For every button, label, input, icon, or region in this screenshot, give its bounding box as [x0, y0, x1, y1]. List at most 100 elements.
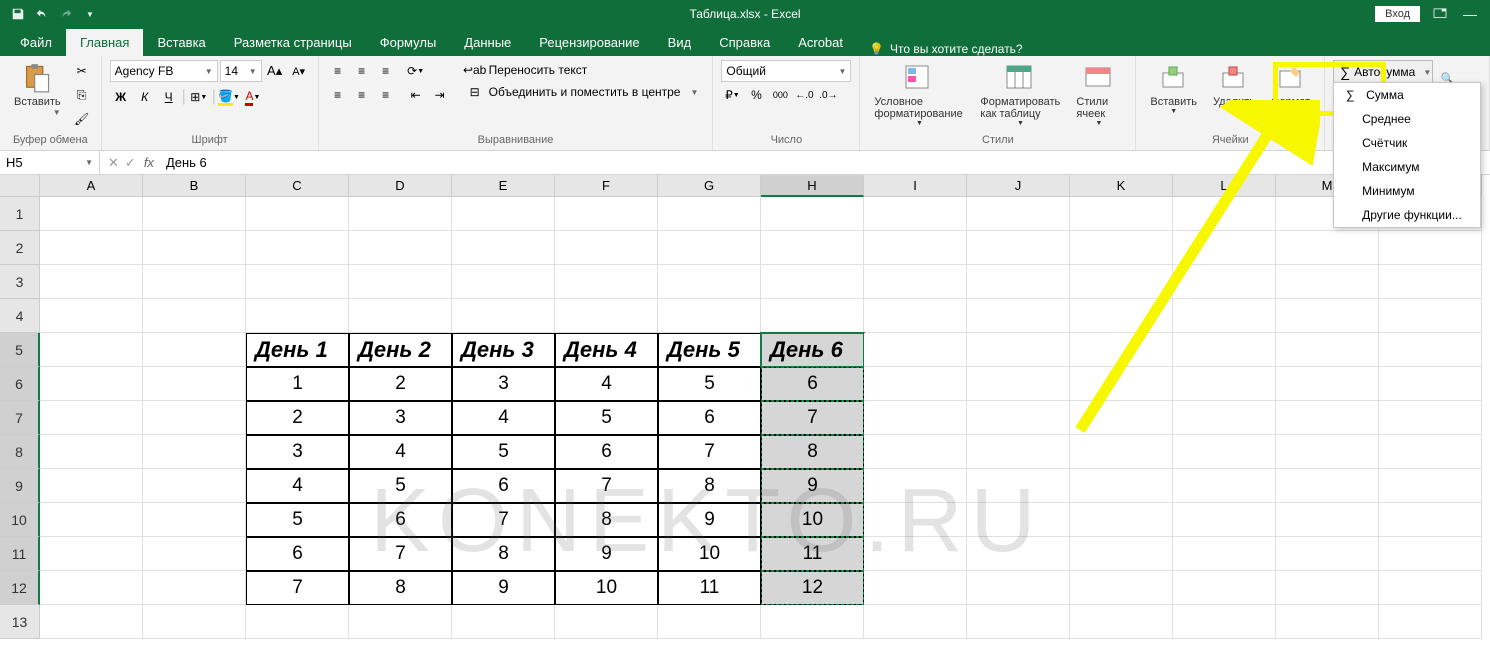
increase-font-icon[interactable]: A▴: [264, 60, 286, 82]
cell-D9[interactable]: 5: [349, 469, 452, 503]
cell-K7[interactable]: [1070, 401, 1173, 435]
save-icon[interactable]: [8, 4, 28, 24]
cell-I11[interactable]: [864, 537, 967, 571]
cell-K4[interactable]: [1070, 299, 1173, 333]
tab-layout[interactable]: Разметка страницы: [220, 29, 366, 56]
cell-C7[interactable]: 2: [246, 401, 349, 435]
cell-G6[interactable]: 5: [658, 367, 761, 401]
cell-B9[interactable]: [143, 469, 246, 503]
column-header-K[interactable]: K: [1070, 175, 1173, 197]
cell-K2[interactable]: [1070, 231, 1173, 265]
cell-B8[interactable]: [143, 435, 246, 469]
cell-H3[interactable]: [761, 265, 864, 299]
cell-G13[interactable]: [658, 605, 761, 639]
accept-formula-icon[interactable]: ✓: [125, 155, 136, 171]
cell-H13[interactable]: [761, 605, 864, 639]
cell-F3[interactable]: [555, 265, 658, 299]
cell-L13[interactable]: [1173, 605, 1276, 639]
cell-K9[interactable]: [1070, 469, 1173, 503]
select-all-corner[interactable]: [0, 175, 40, 197]
cell-K11[interactable]: [1070, 537, 1173, 571]
cell-I12[interactable]: [864, 571, 967, 605]
cell-A8[interactable]: [40, 435, 143, 469]
cell-F13[interactable]: [555, 605, 658, 639]
cell-M7[interactable]: [1276, 401, 1379, 435]
cell-D5[interactable]: День 2: [349, 333, 452, 367]
tab-help[interactable]: Справка: [705, 29, 784, 56]
cell-J9[interactable]: [967, 469, 1070, 503]
cell-J13[interactable]: [967, 605, 1070, 639]
cell-D7[interactable]: 3: [349, 401, 452, 435]
column-header-I[interactable]: I: [864, 175, 967, 197]
cell-E3[interactable]: [452, 265, 555, 299]
column-header-A[interactable]: A: [40, 175, 143, 197]
cell-F9[interactable]: 7: [555, 469, 658, 503]
cell-I13[interactable]: [864, 605, 967, 639]
cell-C8[interactable]: 3: [246, 435, 349, 469]
decrease-indent-icon[interactable]: ⇤: [405, 84, 427, 106]
login-button[interactable]: Вход: [1375, 6, 1420, 22]
cell-N4[interactable]: [1379, 299, 1482, 333]
cell-L3[interactable]: [1173, 265, 1276, 299]
cell-K10[interactable]: [1070, 503, 1173, 537]
cell-F8[interactable]: 6: [555, 435, 658, 469]
cell-L7[interactable]: [1173, 401, 1276, 435]
font-size-combo[interactable]: 14▼: [220, 60, 262, 82]
format-painter-icon[interactable]: 🖌: [71, 108, 93, 130]
cell-K3[interactable]: [1070, 265, 1173, 299]
cell-D11[interactable]: 7: [349, 537, 452, 571]
cell-K6[interactable]: [1070, 367, 1173, 401]
row-header-6[interactable]: 6: [0, 367, 40, 401]
cell-I10[interactable]: [864, 503, 967, 537]
cell-E8[interactable]: 5: [452, 435, 555, 469]
redo-icon[interactable]: [56, 4, 76, 24]
cell-J10[interactable]: [967, 503, 1070, 537]
row-header-13[interactable]: 13: [0, 605, 40, 639]
cell-C11[interactable]: 6: [246, 537, 349, 571]
cell-J11[interactable]: [967, 537, 1070, 571]
cell-L5[interactable]: [1173, 333, 1276, 367]
row-header-8[interactable]: 8: [0, 435, 40, 469]
cell-N5[interactable]: [1379, 333, 1482, 367]
sum-menu-item[interactable]: ∑Сумма: [1334, 83, 1480, 107]
cell-H8[interactable]: 8: [761, 435, 864, 469]
more-functions-menu-item[interactable]: Другие функции...: [1334, 203, 1480, 227]
cell-C12[interactable]: 7: [246, 571, 349, 605]
cell-I5[interactable]: [864, 333, 967, 367]
cell-H6[interactable]: 6: [761, 367, 864, 401]
cell-H1[interactable]: [761, 197, 864, 231]
cell-I2[interactable]: [864, 231, 967, 265]
wrap-text-button[interactable]: ↩abПереносить текст: [461, 60, 705, 80]
cell-I8[interactable]: [864, 435, 967, 469]
name-box[interactable]: H5▼: [0, 151, 100, 174]
column-header-L[interactable]: L: [1173, 175, 1276, 197]
cell-J6[interactable]: [967, 367, 1070, 401]
cell-N10[interactable]: [1379, 503, 1482, 537]
row-header-9[interactable]: 9: [0, 469, 40, 503]
format-as-table-button[interactable]: Форматировать как таблицу▼: [974, 60, 1066, 129]
cell-J5[interactable]: [967, 333, 1070, 367]
row-header-12[interactable]: 12: [0, 571, 40, 605]
cell-D12[interactable]: 8: [349, 571, 452, 605]
cell-H7[interactable]: 7: [761, 401, 864, 435]
cell-K1[interactable]: [1070, 197, 1173, 231]
cell-L9[interactable]: [1173, 469, 1276, 503]
cell-M13[interactable]: [1276, 605, 1379, 639]
cell-M9[interactable]: [1276, 469, 1379, 503]
cell-M12[interactable]: [1276, 571, 1379, 605]
min-menu-item[interactable]: Минимум: [1334, 179, 1480, 203]
average-menu-item[interactable]: Среднее: [1334, 107, 1480, 131]
cell-A7[interactable]: [40, 401, 143, 435]
cell-A1[interactable]: [40, 197, 143, 231]
cell-M11[interactable]: [1276, 537, 1379, 571]
tab-acrobat[interactable]: Acrobat: [784, 29, 857, 56]
column-header-F[interactable]: F: [555, 175, 658, 197]
cell-F4[interactable]: [555, 299, 658, 333]
cell-C6[interactable]: 1: [246, 367, 349, 401]
cell-H11[interactable]: 11: [761, 537, 864, 571]
cell-N3[interactable]: [1379, 265, 1482, 299]
cell-C9[interactable]: 4: [246, 469, 349, 503]
cell-B3[interactable]: [143, 265, 246, 299]
cell-C4[interactable]: [246, 299, 349, 333]
copy-icon[interactable]: ⎘: [71, 84, 93, 106]
